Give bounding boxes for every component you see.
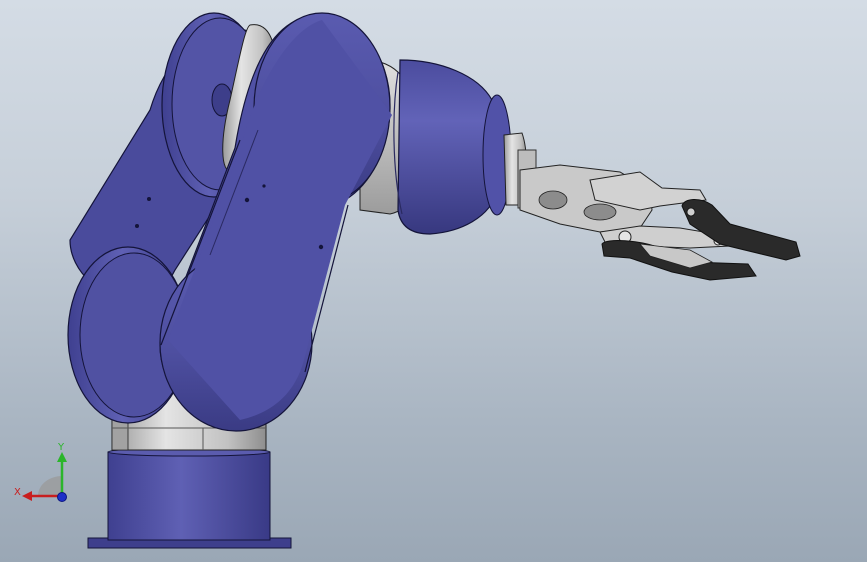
upper-finger-pivot xyxy=(686,207,696,217)
triad-plane-shade xyxy=(38,476,62,496)
gripper-cutout-2 xyxy=(583,203,617,221)
triad-graphic xyxy=(22,452,67,502)
view-orientation-triad[interactable]: Y X xyxy=(10,440,80,510)
gripper-cutout-1 xyxy=(538,190,568,210)
y-axis-head xyxy=(57,452,67,462)
x-axis-label: X xyxy=(14,487,21,498)
cad-graphics-viewport[interactable]: Y X xyxy=(0,0,867,562)
x-axis-head xyxy=(22,491,32,501)
z-axis-dot xyxy=(57,492,67,502)
gripper-finger-upper[interactable] xyxy=(681,199,801,261)
robot-arm-model[interactable] xyxy=(0,0,867,562)
front-screw-3 xyxy=(262,184,266,188)
base-cylinder[interactable] xyxy=(107,451,271,541)
front-screw-2 xyxy=(318,244,324,250)
rear-screw-1 xyxy=(147,197,151,201)
rear-screw-2 xyxy=(135,224,139,228)
y-axis-label: Y xyxy=(58,442,65,453)
front-screw-1 xyxy=(244,197,250,203)
gripper-assembly[interactable] xyxy=(519,164,801,281)
